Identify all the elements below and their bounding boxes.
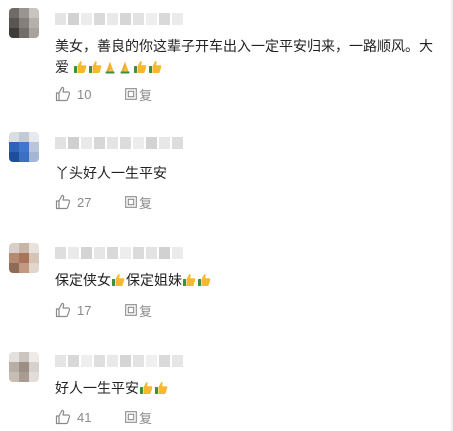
thumbs-up-icon xyxy=(111,273,125,287)
thumbs-up-icon xyxy=(182,273,196,287)
thumbs-up-icon xyxy=(139,381,153,395)
reply-icon xyxy=(125,88,137,100)
comment-text: 丫头好人一生平安 xyxy=(55,163,445,184)
reply-label: 复 xyxy=(139,303,153,319)
comment-body-part-1: 保定侠女 xyxy=(55,272,111,288)
reply-label: 复 xyxy=(139,410,153,426)
thumbs-up-icon xyxy=(197,273,211,287)
thumbs-up-icon xyxy=(88,60,102,74)
reply-icon xyxy=(125,196,137,208)
comment-actions: 17 复 xyxy=(55,301,152,319)
thumbs-up-icon xyxy=(154,381,168,395)
like-button[interactable]: 27 xyxy=(55,194,107,210)
thumbs-up-outline-icon xyxy=(55,409,71,425)
reply-icon xyxy=(125,411,137,423)
reply-button[interactable]: 复 xyxy=(125,301,152,320)
avatar[interactable] xyxy=(9,132,39,162)
avatar[interactable] xyxy=(9,8,39,38)
comment-text: 好人一生平安 xyxy=(55,378,445,399)
like-count: 41 xyxy=(77,409,92,425)
comment-body: 好人一生平安 xyxy=(55,380,139,396)
comment-body-part-2: 保定姐妹 xyxy=(126,272,182,288)
like-button[interactable]: 41 xyxy=(55,409,107,425)
reply-icon xyxy=(125,304,137,316)
thumbs-up-outline-icon xyxy=(55,194,71,210)
comment-text: 美女，善良的你这辈子开车出入一定平安归来，一路顺风。大爱 xyxy=(55,36,445,78)
username-blurred[interactable] xyxy=(55,355,183,367)
like-button[interactable]: 10 xyxy=(55,86,107,102)
username-blurred[interactable] xyxy=(55,137,183,149)
like-button[interactable]: 17 xyxy=(55,302,107,318)
thumbs-up-outline-icon xyxy=(55,302,71,318)
comment-actions: 27 复 xyxy=(55,193,152,211)
comment-body: 丫头好人一生平安 xyxy=(55,165,167,181)
comment-text: 保定侠女 保定姐妹 xyxy=(55,270,445,291)
reply-button[interactable]: 复 xyxy=(125,85,152,104)
username-blurred[interactable] xyxy=(55,13,183,25)
comment-actions: 41 复 xyxy=(55,408,152,426)
reply-button[interactable]: 复 xyxy=(125,193,152,212)
thumbs-up-icon xyxy=(148,60,162,74)
reply-label: 复 xyxy=(139,87,153,103)
praying-hands-icon xyxy=(118,60,132,74)
thumbs-up-outline-icon xyxy=(55,86,71,102)
like-count: 27 xyxy=(77,194,92,210)
praying-hands-icon xyxy=(103,60,117,74)
reply-button[interactable]: 复 xyxy=(125,408,152,427)
comment-actions: 10 复 xyxy=(55,85,152,103)
username-blurred[interactable] xyxy=(55,247,183,259)
like-count: 10 xyxy=(77,86,92,102)
thumbs-up-icon xyxy=(133,60,147,74)
avatar[interactable] xyxy=(9,243,39,273)
reply-label: 复 xyxy=(139,195,153,211)
avatar[interactable] xyxy=(9,352,39,382)
thumbs-up-icon xyxy=(73,60,87,74)
like-count: 17 xyxy=(77,302,92,318)
